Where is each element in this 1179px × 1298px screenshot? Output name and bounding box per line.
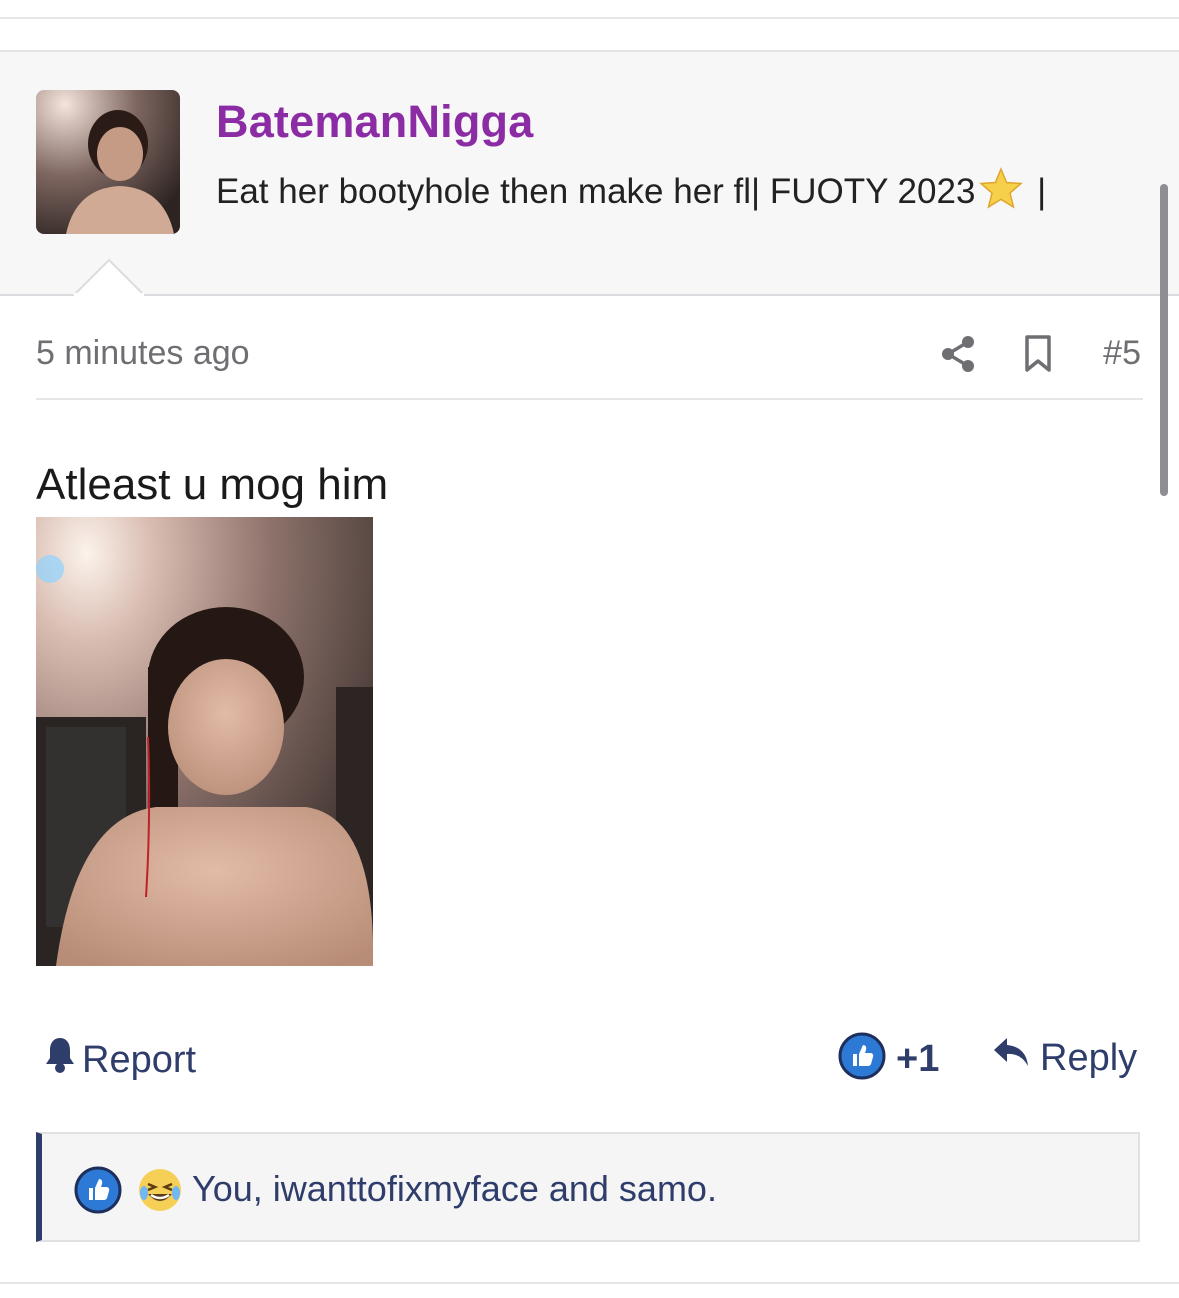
post-number-link[interactable]: #5 xyxy=(1103,334,1141,373)
username[interactable]: BatemanNigga xyxy=(216,96,533,148)
report-link[interactable]: Report xyxy=(44,1036,196,1084)
post-attached-photo[interactable] xyxy=(36,517,373,966)
user-title: Eat her bootyhole then make her fl| FUOT… xyxy=(216,167,1046,218)
bell-icon xyxy=(44,1036,76,1084)
report-label: Report xyxy=(82,1038,197,1081)
reply-arrow-icon xyxy=(992,1036,1032,1080)
bottom-divider xyxy=(0,1282,1179,1284)
reactions-summary: You, iwanttofixmyface and samo. xyxy=(36,1132,1140,1242)
reaction-users-list[interactable]: You, iwanttofixmyface and samo. xyxy=(192,1168,717,1210)
reply-button[interactable]: Reply xyxy=(992,1036,1137,1080)
reply-label: Reply xyxy=(1040,1036,1138,1079)
laughing-tears-emoji-icon xyxy=(136,1166,184,1219)
top-divider xyxy=(0,17,1179,19)
like-reaction-icon xyxy=(74,1166,122,1219)
post-meta-row: 5 minutes ago #5 xyxy=(36,318,1143,400)
header-pointer-caret xyxy=(71,258,147,301)
user-title-text: Eat her bootyhole then make her fl| FUOT… xyxy=(216,172,976,211)
like-count: +1 xyxy=(896,1038,940,1080)
user-title-suffix: | xyxy=(1027,172,1047,211)
share-icon[interactable] xyxy=(938,334,978,379)
star-icon xyxy=(979,167,1024,218)
user-avatar[interactable] xyxy=(36,90,180,234)
post-timestamp[interactable]: 5 minutes ago xyxy=(36,334,250,373)
post-body-text: Atleast u mog him xyxy=(36,460,389,509)
bookmark-icon[interactable] xyxy=(1022,334,1054,379)
scrollbar-thumb[interactable] xyxy=(1160,184,1168,496)
post-user-header: BatemanNigga Eat her bootyhole then make… xyxy=(0,50,1179,296)
like-icon[interactable] xyxy=(838,1032,886,1085)
